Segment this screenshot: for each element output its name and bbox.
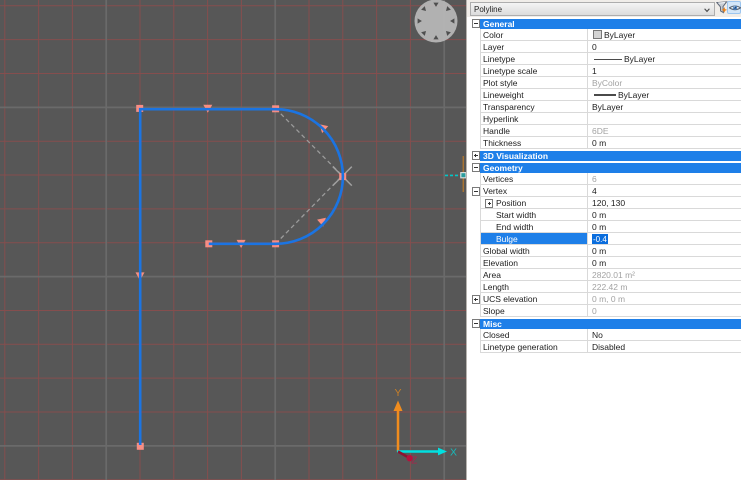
svg-text:X: X bbox=[450, 447, 457, 459]
svg-text:Y: Y bbox=[394, 387, 401, 399]
svg-text:Z: Z bbox=[411, 455, 418, 467]
